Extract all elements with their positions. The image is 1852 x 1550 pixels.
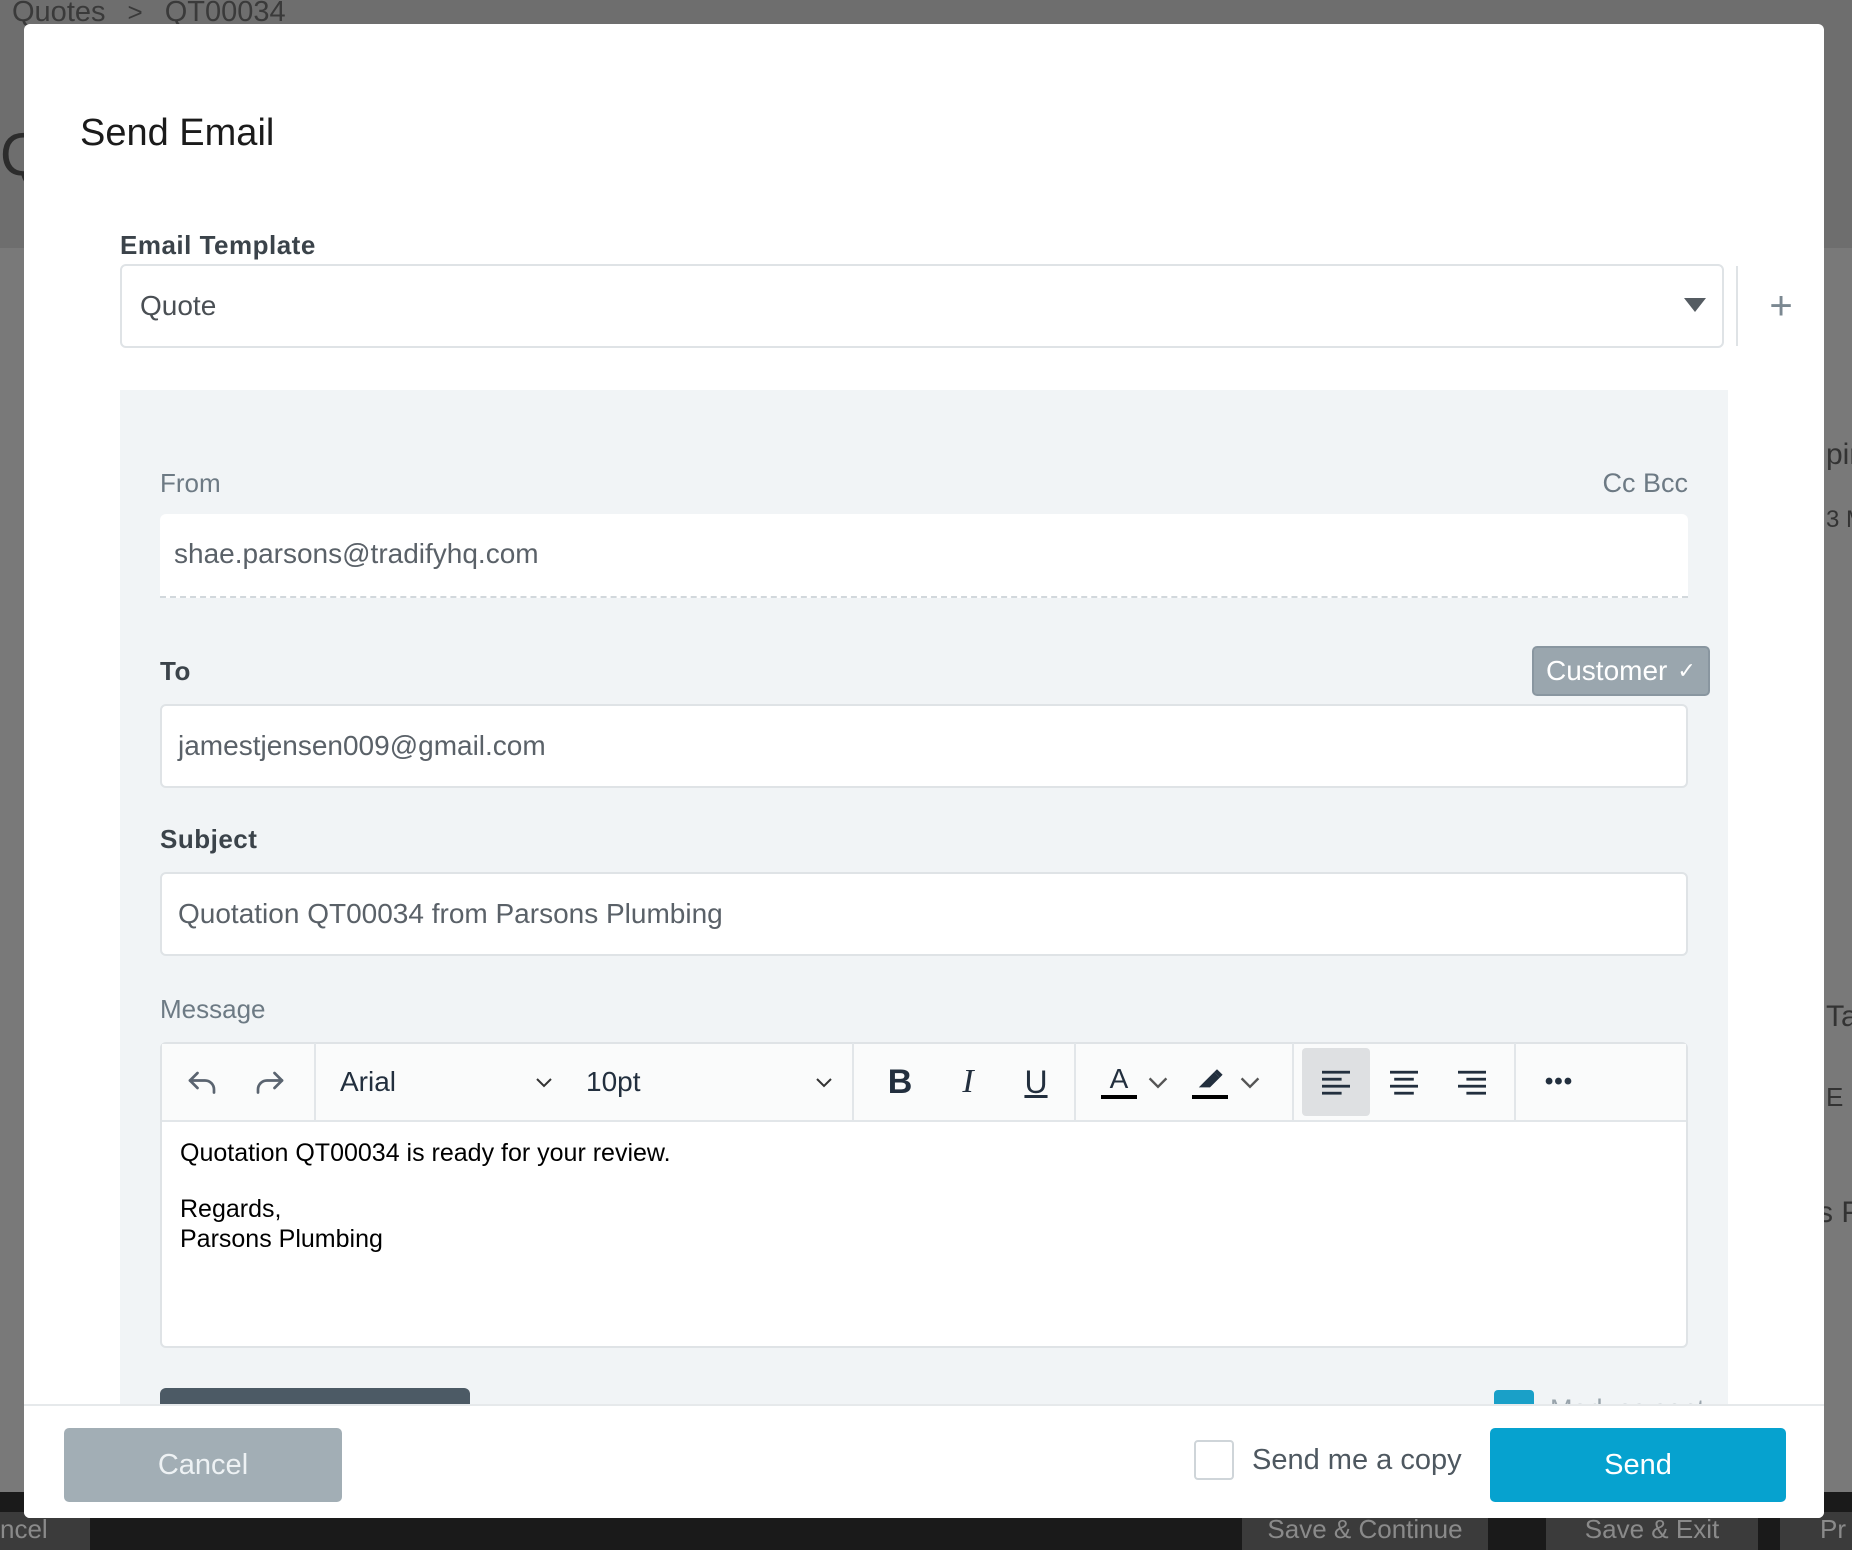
from-label: From <box>160 468 221 498</box>
message-line: Regards, <box>180 1195 282 1223</box>
subject-field[interactable]: Quotation QT00034 from Parsons Plumbing <box>160 872 1688 956</box>
italic-icon[interactable]: I <box>934 1048 1002 1116</box>
chevron-down-icon <box>536 1078 552 1088</box>
send-email-modal: Send Email Email Template Quote + From C… <box>24 24 1824 1518</box>
from-value: shae.parsons@tradifyhq.com <box>174 538 539 569</box>
message-editor: Arial 10pt B I U A ••• Quotation QT00034… <box>160 1042 1688 1348</box>
align-group <box>1294 1043 1516 1121</box>
cancel-button[interactable]: Cancel <box>64 1428 342 1502</box>
subject-value: Quotation QT00034 from Parsons Plumbing <box>178 898 723 929</box>
font-family-value: Arial <box>340 1066 397 1097</box>
chevron-down-icon <box>816 1078 832 1088</box>
underline-icon[interactable]: U <box>1002 1048 1070 1116</box>
align-center-icon[interactable] <box>1370 1048 1438 1116</box>
font-size-value: 10pt <box>586 1066 641 1097</box>
subject-label: Subject <box>160 824 258 854</box>
to-field[interactable]: jamestjensen009@gmail.com <box>160 704 1688 788</box>
email-template-value: Quote <box>140 290 217 321</box>
send-button[interactable]: Send <box>1490 1428 1786 1502</box>
highlight-color-icon[interactable] <box>1182 1048 1238 1116</box>
background-text-fragment: pir <box>1826 438 1852 471</box>
email-form-panel: From Cc Bcc shae.parsons@tradifyhq.com T… <box>120 390 1728 1406</box>
bold-icon[interactable]: B <box>866 1048 934 1116</box>
email-template-select[interactable]: Quote + <box>120 264 1793 348</box>
font-family-select[interactable]: Arial <box>316 1043 572 1121</box>
format-group: B I U <box>854 1043 1076 1121</box>
message-label: Message <box>160 994 266 1024</box>
customer-badge-label: Customer <box>1546 655 1668 686</box>
background-text-fragment: Ta <box>1826 1000 1852 1033</box>
send-copy-label: Send me a copy <box>1252 1444 1462 1476</box>
check-icon: ✓ <box>1677 658 1696 683</box>
font-size-select[interactable]: 10pt <box>572 1043 852 1121</box>
cc-bcc-link[interactable]: Cc Bcc <box>1602 468 1688 499</box>
text-color-icon[interactable]: A <box>1092 1048 1146 1116</box>
select-divider <box>1736 266 1738 346</box>
redo-icon[interactable] <box>236 1048 304 1116</box>
to-value: jamestjensen009@gmail.com <box>178 730 546 761</box>
to-label: To <box>160 656 191 686</box>
more-group: ••• <box>1516 1048 1602 1116</box>
email-template-label: Email Template <box>120 230 316 260</box>
chevron-down-icon[interactable] <box>1146 1070 1170 1094</box>
undo-icon[interactable] <box>168 1048 236 1116</box>
from-field[interactable]: shae.parsons@tradifyhq.com <box>160 514 1688 598</box>
chevron-down-icon[interactable] <box>1238 1070 1262 1094</box>
text-color-letter: A <box>1109 1063 1129 1094</box>
message-line: Parsons Plumbing <box>180 1225 383 1253</box>
send-copy-checkbox[interactable] <box>1194 1440 1234 1480</box>
message-line: Quotation QT00034 is ready for your revi… <box>180 1139 671 1167</box>
align-left-icon[interactable] <box>1302 1048 1370 1116</box>
modal-title: Send Email <box>80 112 275 154</box>
color-group: A <box>1076 1043 1294 1121</box>
marker-icon <box>1198 1069 1223 1088</box>
history-group <box>162 1043 316 1121</box>
highlight-color-swatch <box>1192 1095 1228 1099</box>
customer-badge[interactable]: Customer ✓ <box>1532 646 1710 696</box>
modal-footer: Cancel Send me a copy Send <box>24 1404 1824 1518</box>
background-text-fragment: E <box>1826 1082 1844 1112</box>
more-options-icon[interactable]: ••• <box>1525 1048 1593 1116</box>
add-template-icon[interactable]: + <box>1740 266 1822 346</box>
align-right-icon[interactable] <box>1438 1048 1506 1116</box>
background-text-fragment: 3 M <box>1826 506 1852 533</box>
font-group: Arial 10pt <box>316 1043 854 1121</box>
text-color-swatch <box>1101 1095 1137 1099</box>
caret-down-icon[interactable] <box>1684 298 1706 312</box>
editor-toolbar: Arial 10pt B I U A ••• <box>162 1043 1686 1122</box>
message-body[interactable]: Quotation QT00034 is ready for your revi… <box>180 1138 671 1254</box>
